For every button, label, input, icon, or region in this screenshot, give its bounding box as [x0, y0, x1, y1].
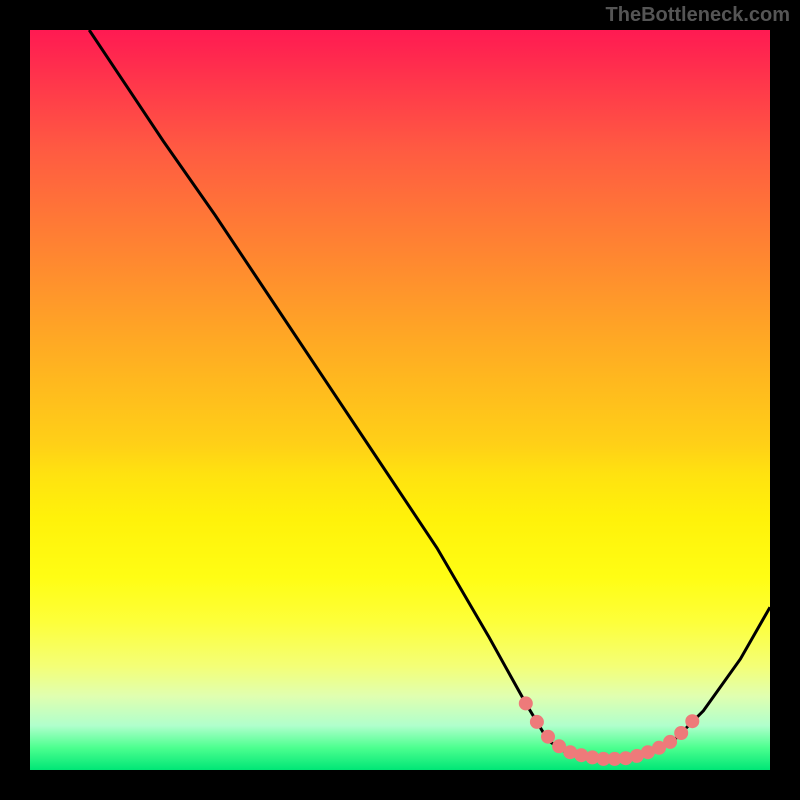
highlight-dot: [663, 735, 677, 749]
chart-plot-area: [30, 30, 770, 770]
chart-svg: [30, 30, 770, 770]
highlight-dots-group: [519, 696, 700, 766]
highlight-dot: [530, 715, 544, 729]
highlight-dot: [519, 696, 533, 710]
highlight-dot: [541, 730, 555, 744]
watermark-text: TheBottleneck.com: [606, 4, 790, 27]
highlight-dot: [674, 726, 688, 740]
chart-curve: [89, 30, 770, 759]
highlight-dot: [685, 714, 699, 728]
